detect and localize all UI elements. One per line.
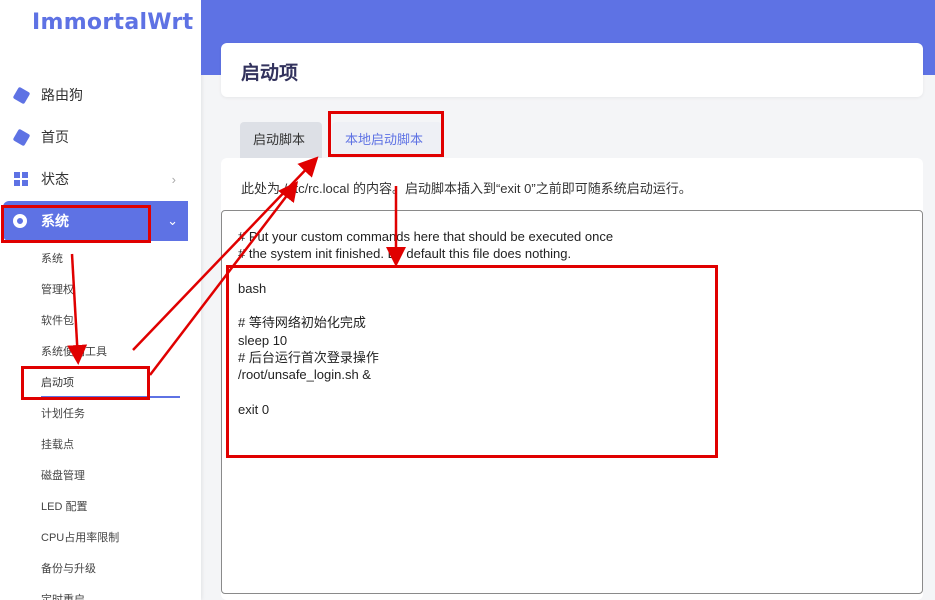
- submenu-item[interactable]: 计划任务: [41, 404, 85, 424]
- sidebar-item-status[interactable]: 状态 ›: [0, 159, 201, 199]
- submenu-item[interactable]: 系统便利工具: [41, 342, 107, 362]
- sidebar-item-system[interactable]: 系统 ⌄: [3, 201, 188, 241]
- submenu-item[interactable]: 管理权: [41, 280, 74, 300]
- sidebar-item-home[interactable]: 首页: [0, 117, 201, 157]
- sidebar-item-label: 状态: [41, 171, 69, 187]
- submenu-item-active[interactable]: 启动项: [41, 373, 74, 393]
- chevron-right-icon: ›: [171, 171, 176, 187]
- sidebar-item-router[interactable]: 路由狗: [0, 75, 201, 115]
- sidebar-item-label: 首页: [41, 129, 69, 145]
- submenu-item[interactable]: 软件包: [41, 311, 74, 331]
- submenu-item[interactable]: LED 配置: [41, 497, 87, 517]
- cube-icon: [12, 86, 30, 104]
- chevron-down-icon: ⌄: [167, 213, 178, 228]
- sidebar: ImmortalWrt 路由狗 首页 状态 › 系统 ⌄ 系统 管理权 软件包 …: [0, 0, 201, 600]
- tab-startup-scripts[interactable]: 启动脚本: [240, 122, 322, 158]
- rc-local-editor[interactable]: # Put your custom commands here that sho…: [221, 210, 923, 594]
- submenu-item[interactable]: CPU占用率限制: [41, 528, 119, 548]
- page-title: 启动项: [241, 63, 299, 84]
- submenu-item[interactable]: 系统: [41, 249, 63, 269]
- description-text: 此处为 /etc/rc.local 的内容。启动脚本插入到“exit 0”之前即…: [241, 181, 692, 196]
- dashboard-icon: [14, 172, 28, 186]
- sidebar-item-label: 系统: [41, 213, 69, 229]
- sidebar-item-label: 路由狗: [41, 87, 83, 103]
- cube-icon: [12, 128, 30, 146]
- brand-logo: ImmortalWrt: [32, 10, 194, 35]
- submenu-item[interactable]: 定时重启: [41, 590, 85, 600]
- tab-local-startup[interactable]: 本地启动脚本: [332, 122, 442, 158]
- submenu-item[interactable]: 挂载点: [41, 435, 74, 455]
- submenu-item[interactable]: 磁盘管理: [41, 466, 85, 486]
- active-indicator: [41, 396, 180, 398]
- gear-icon: [13, 214, 27, 228]
- content-card: 此处为 /etc/rc.local 的内容。启动脚本插入到“exit 0”之前即…: [221, 158, 923, 600]
- submenu-item[interactable]: 备份与升级: [41, 559, 96, 579]
- title-card: 启动项: [221, 43, 923, 97]
